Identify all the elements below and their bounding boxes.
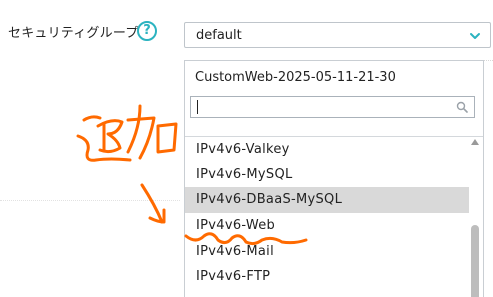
chevron-down-icon: [470, 33, 480, 39]
dropdown-scrollbar[interactable]: [469, 137, 481, 297]
dropdown-search-input[interactable]: [190, 96, 475, 118]
security-group-label: セキュリティグループ: [8, 26, 139, 41]
security-group-dropdown: CustomWeb-2025-05-11-21-30 IPv4v6-Valkey…: [184, 60, 484, 297]
option-item-highlighted[interactable]: IPv4v6-DBaaS-MySQL: [185, 187, 469, 213]
scroll-thumb[interactable]: [471, 225, 479, 297]
option-item[interactable]: IPv4v6-Valkey: [185, 137, 469, 163]
security-group-panel: セキュリティグループ ? default CustomWeb-2025-05-1…: [0, 0, 493, 297]
select-value: default: [196, 28, 242, 43]
text-cursor: [197, 100, 198, 114]
help-circle-icon[interactable]: ?: [137, 21, 157, 41]
option-item[interactable]: IPv4v6-FTP: [185, 264, 469, 290]
option-list: IPv4v6-Valkey IPv4v6-MySQL IPv4v6-DBaaS-…: [185, 137, 469, 297]
dropdown-current-option[interactable]: CustomWeb-2025-05-11-21-30: [195, 70, 396, 85]
option-item[interactable]: IPv4v6-Mail: [185, 239, 469, 265]
search-icon: [456, 101, 468, 113]
security-group-select[interactable]: default: [184, 22, 491, 48]
divider: [0, 200, 180, 201]
option-item[interactable]: IPv4v6-MySQL: [185, 162, 469, 188]
scroll-up-arrow-icon[interactable]: [471, 139, 479, 145]
option-item[interactable]: IPv4v6-Web: [185, 213, 469, 239]
